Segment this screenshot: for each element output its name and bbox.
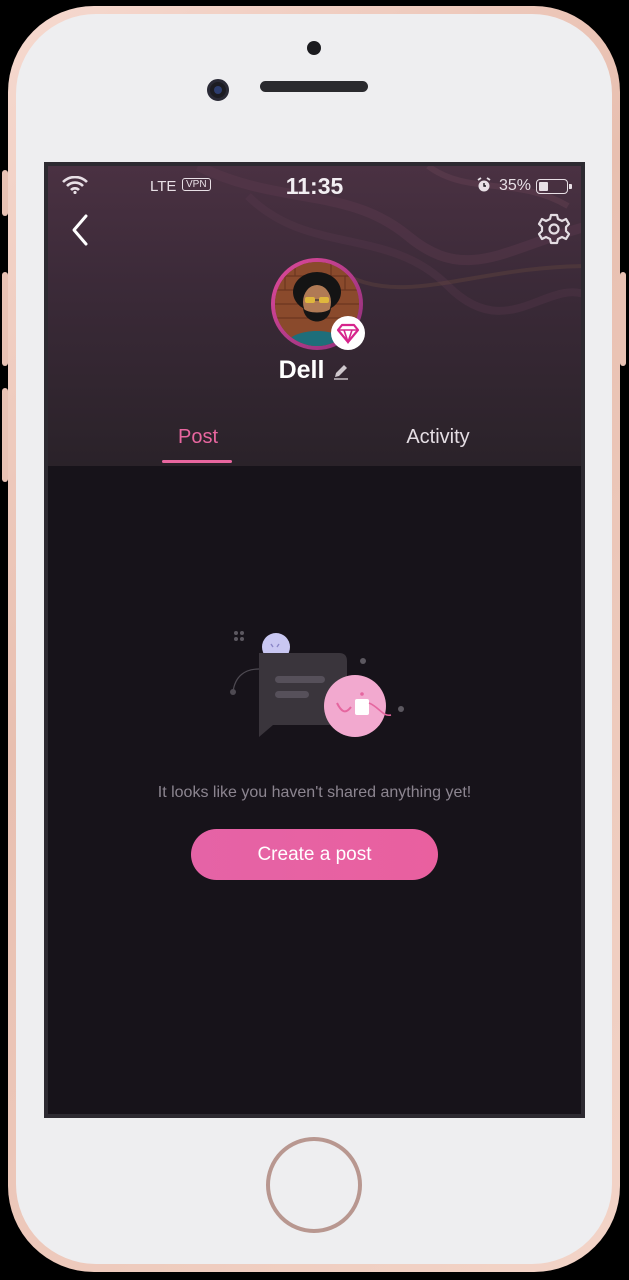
tab-post[interactable]: Post — [158, 426, 238, 449]
earpiece-speaker — [260, 81, 368, 92]
battery-icon — [536, 179, 572, 194]
battery-percent: 35% — [499, 177, 532, 194]
alarm-icon — [477, 177, 491, 192]
active-tab-indicator — [162, 460, 232, 463]
create-post-button[interactable]: Create a post — [191, 829, 438, 880]
chevron-left-icon — [72, 214, 88, 246]
tab-activity[interactable]: Activity — [388, 426, 488, 449]
pencil-icon[interactable] — [332, 362, 350, 380]
empty-state-illustration — [223, 631, 413, 751]
app-screen: LTE VPN 11:35 35% Dell Post Activity It … — [44, 162, 585, 1118]
profile-tabs: Post Activity — [48, 414, 581, 464]
home-button[interactable] — [266, 1137, 362, 1233]
proximity-sensor — [307, 41, 321, 55]
volume-up-button — [2, 272, 8, 366]
back-button[interactable] — [66, 212, 96, 248]
mute-switch — [2, 170, 8, 216]
vip-badge — [331, 316, 365, 350]
profile-name-group: Dell — [279, 356, 351, 385]
volume-down-button — [2, 388, 8, 482]
profile-name: Dell — [278, 356, 325, 384]
settings-button[interactable] — [537, 212, 571, 246]
profile-name-row: Dell — [48, 356, 581, 385]
empty-state-message: It looks like you haven't shared anythin… — [157, 784, 472, 801]
gear-icon — [537, 213, 571, 245]
power-button — [620, 272, 626, 366]
battery-level — [539, 182, 549, 191]
chat-bubbles-icon — [230, 631, 404, 737]
status-bar: LTE VPN 11:35 35% — [48, 166, 581, 206]
front-camera — [207, 79, 229, 101]
diamond-icon — [336, 323, 360, 344]
